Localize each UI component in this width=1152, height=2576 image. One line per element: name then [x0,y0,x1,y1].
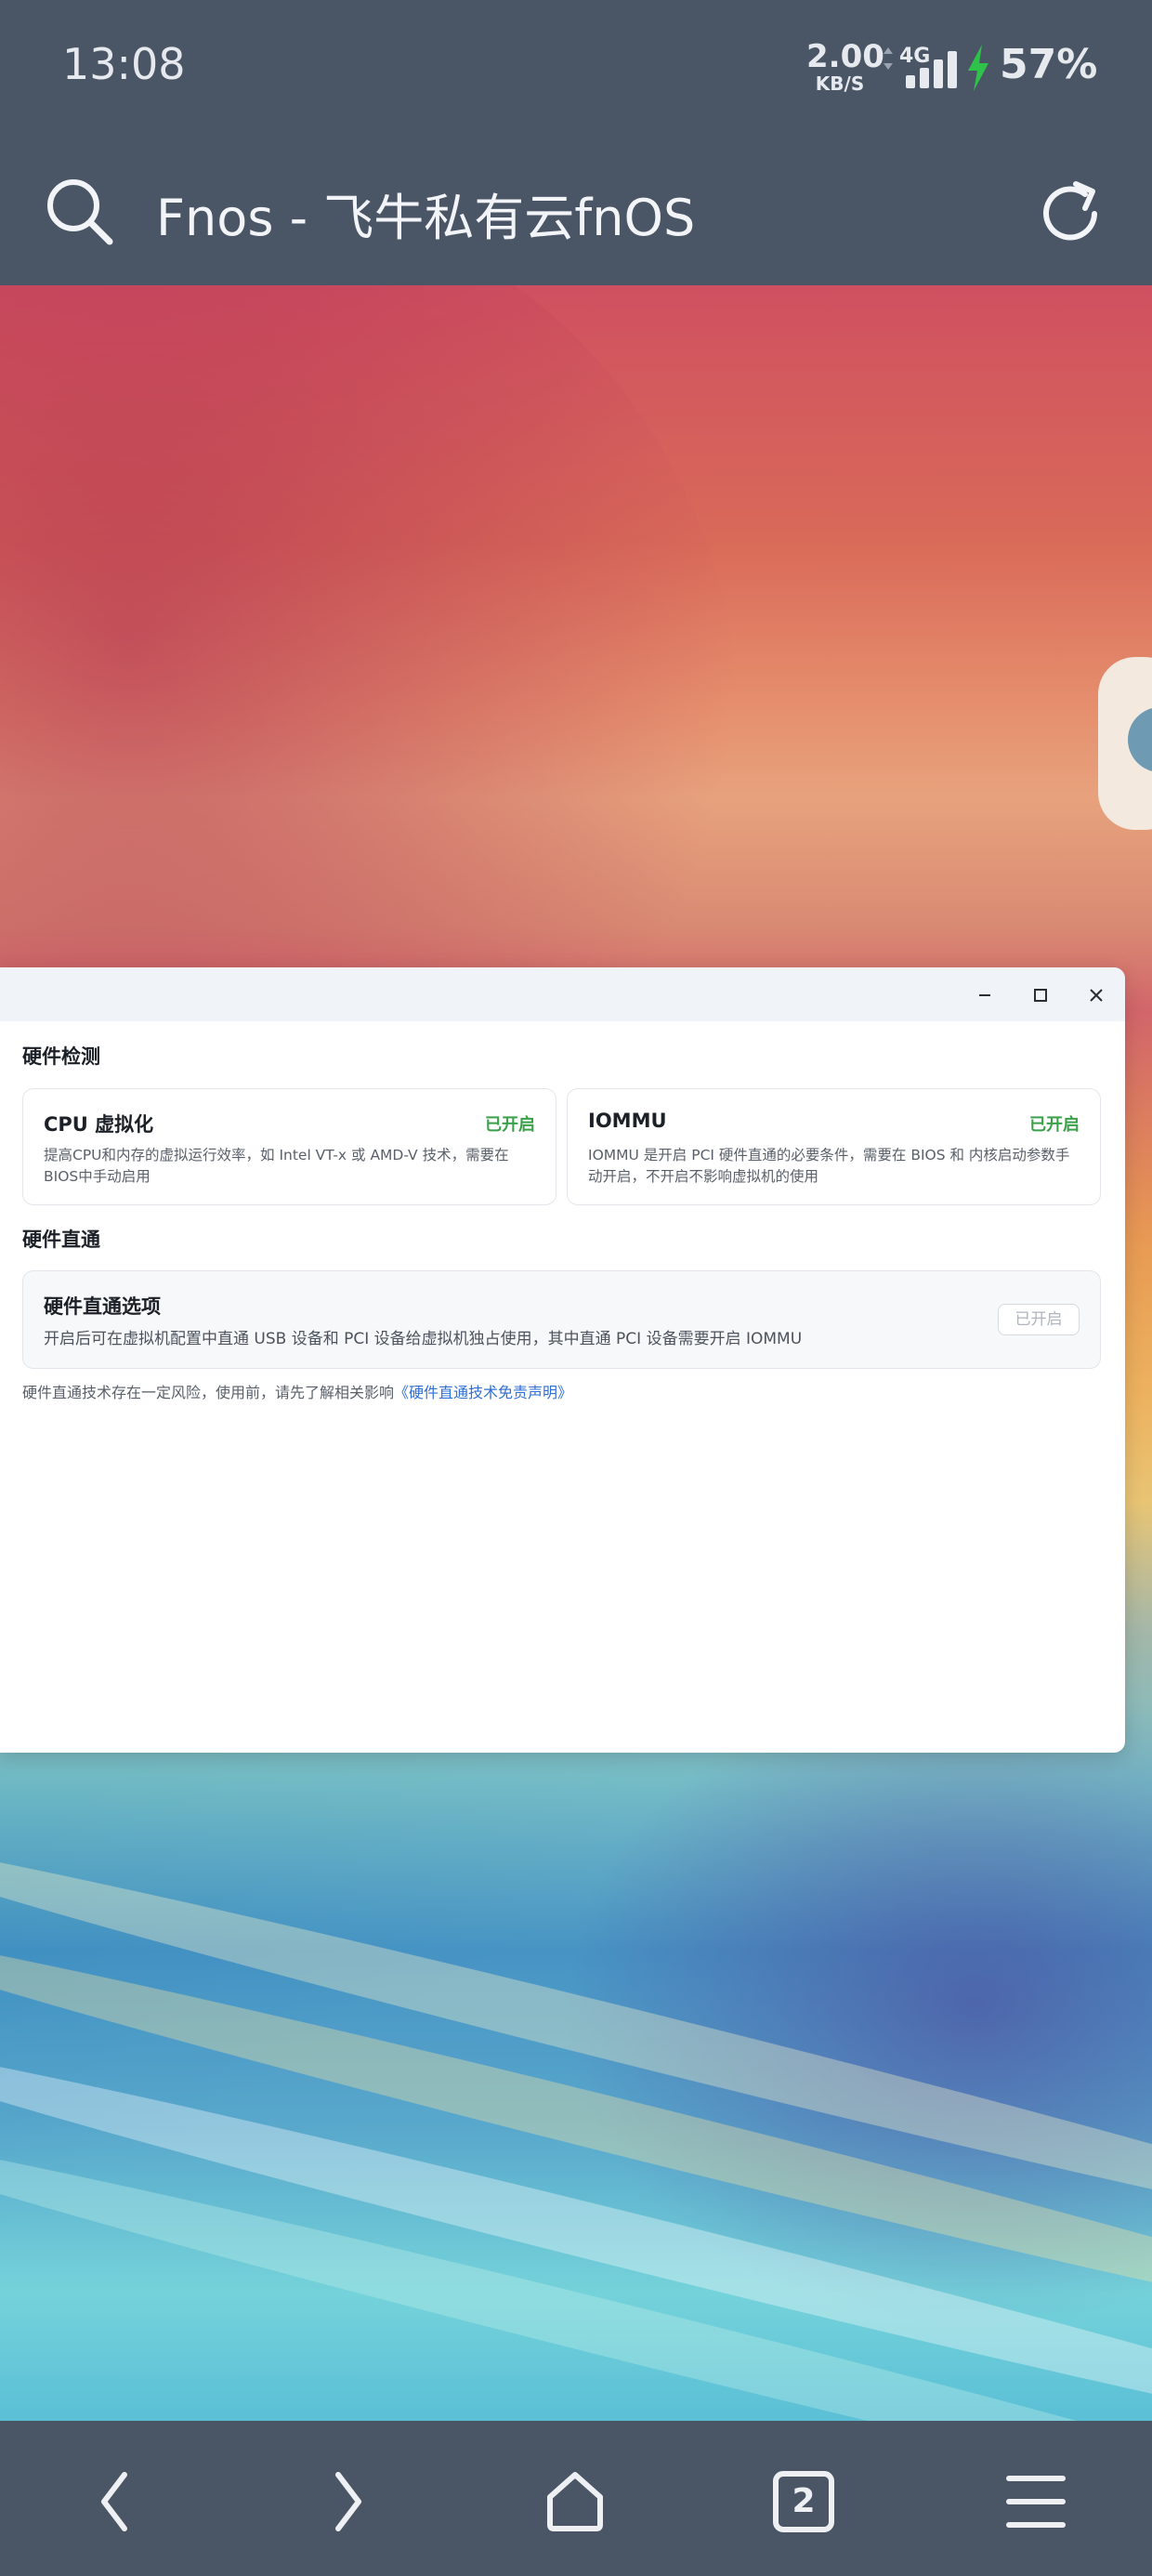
card-title: CPU 虚拟化 [44,1113,154,1136]
window-titlebar[interactable] [0,967,1125,1021]
card-description: 提高CPU和内存的虚拟运行效率，如 Intel VT-x 或 AMD-V 技术，… [44,1147,509,1185]
hardware-check-heading: 硬件检测 [22,1045,100,1068]
page-title[interactable]: Fnos - 飞牛私有云fnOS [156,177,695,250]
hardware-settings-window: 硬件检测 CPU 虚拟化 已开启 提高CPU和内存的虚拟运行效率，如 Intel… [0,967,1125,1753]
status-badge: 已开启 [485,1115,535,1135]
passthrough-heading: 硬件直通 [22,1229,100,1251]
battery-percent: 57% [1000,41,1098,88]
tabs-count: 2 [792,2482,816,2520]
card-title: IOMMU [588,1110,667,1132]
close-icon[interactable] [1082,981,1110,1009]
chevron-left-icon[interactable] [84,2469,149,2534]
chevron-right-icon[interactable] [314,2469,379,2534]
home-icon[interactable] [543,2469,608,2534]
network-speed-unit: KB/S [815,72,865,95]
menu-icon[interactable] [1003,2469,1068,2534]
passthrough-option-description: 开启后可在虚拟机配置中直通 USB 设备和 PCI 设备给虚拟机独占使用，其中直… [44,1330,803,1348]
network-speed: 2.00 KB/S [806,38,884,95]
browser-toolbar: Fnos - 飞牛私有云fnOS [0,139,1152,285]
data-activity-icon [884,47,893,70]
browser-bottom-nav: 2 [0,2421,1152,2576]
status-bar: 13:08 2.00 KB/S 4G 57% [0,0,1152,139]
status-badge: 已开启 [1029,1115,1080,1135]
passthrough-option-card: 硬件直通选项 开启后可在虚拟机配置中直通 USB 设备和 PCI 设备给虚拟机独… [22,1270,1101,1369]
reload-icon[interactable] [1033,177,1107,251]
charging-icon [968,45,988,91]
desktop-widget[interactable] [1098,657,1152,830]
status-time: 13:08 [62,39,186,89]
minimize-icon[interactable] [971,981,999,1009]
passthrough-option-title: 硬件直通选项 [44,1295,161,1318]
card-description: IOMMU 是开启 PCI 硬件直通的必要条件，需要在 BIOS 和 内核启动参… [588,1147,1070,1185]
network-speed-value: 2.00 [806,38,884,75]
disclaimer-text: 硬件直通技术存在一定风险，使用前，请先了解相关影响 [22,1384,395,1401]
signal-icon [906,51,962,88]
cpu-virtualization-card: CPU 虚拟化 已开启 提高CPU和内存的虚拟运行效率，如 Intel VT-x… [22,1088,556,1205]
iommu-card: IOMMU 已开启 IOMMU 是开启 PCI 硬件直通的必要条件，需要在 BI… [567,1088,1101,1205]
maximize-icon[interactable] [1027,981,1054,1009]
disclaimer-link[interactable]: 《硬件直通技术免责声明》 [394,1384,572,1401]
disclaimer-note: 硬件直通技术存在一定风险，使用前，请先了解相关影响《硬件直通技术免责声明》 [22,1380,572,1402]
passthrough-enable-button[interactable]: 已开启 [998,1304,1080,1335]
tabs-button[interactable]: 2 [771,2469,836,2534]
search-icon[interactable] [43,175,117,249]
